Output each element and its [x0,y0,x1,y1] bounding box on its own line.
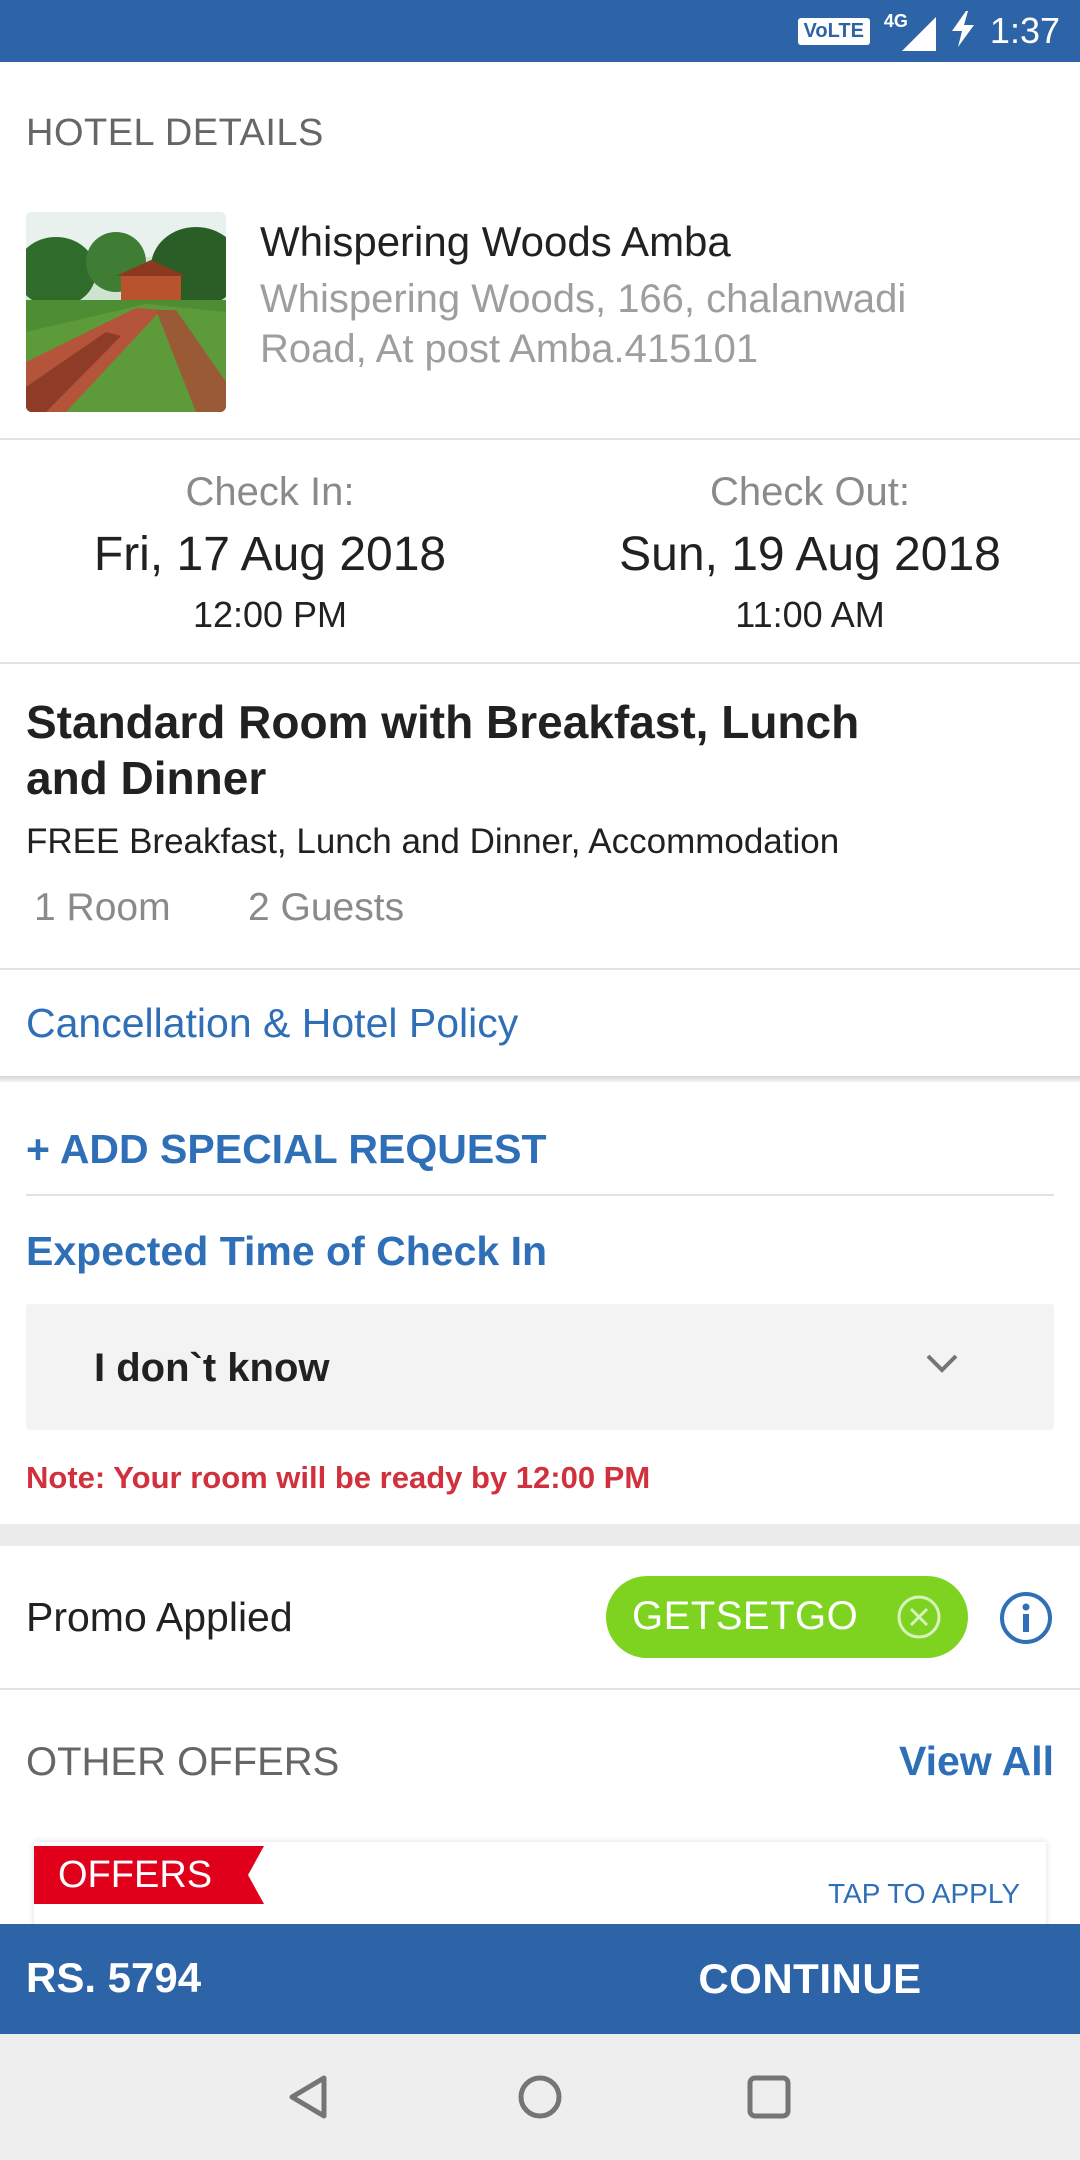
expected-checkin-dropdown[interactable]: I don`t know [26,1304,1054,1430]
check-out-block: Check Out: Sun, 19 Aug 2018 11:00 AM [540,470,1080,636]
check-out-label: Check Out: [709,470,911,514]
room-ready-note: Note: Your room will be ready by 12:00 P… [26,1460,651,1495]
signal-icon: 4G [884,11,936,51]
hotel-image [26,212,226,412]
check-in-time: 12:00 PM [192,594,348,635]
cancellation-policy-link[interactable]: Cancellation & Hotel Policy [26,1000,518,1047]
remove-promo-icon[interactable] [896,1594,942,1640]
promo-applied-label: Promo Applied [26,1594,293,1640]
room-title: Standard Room with Breakfast, Lunch and … [26,696,860,804]
view-all-link[interactable]: View All [899,1738,1054,1785]
section-separator [0,1524,1080,1546]
offers-tag-notch [248,1846,264,1904]
info-icon[interactable] [998,1590,1054,1646]
hotel-address: Whispering Woods, 166, chalanwadi Road, … [260,277,907,371]
check-in-block: Check In: Fri, 17 Aug 2018 12:00 PM [0,470,540,636]
total-price: RS. 5794 [26,1954,202,2001]
hotel-name: Whispering Woods Amba [260,218,731,265]
guest-count: 2 Guests [248,886,405,929]
back-icon[interactable] [284,2072,334,2122]
divider [0,662,1080,664]
clock: 1:37 [989,10,1060,51]
status-bar: VoLTE 4G 1:37 [0,0,1080,62]
check-in-label: Check In: [185,470,355,514]
card-shadow [0,1076,1080,1082]
bottom-bar: RS. 5794 CONTINUE [0,1924,1080,2034]
check-in-date: Fri, 17 Aug 2018 [93,528,447,581]
expected-checkin-heading: Expected Time of Check In [26,1228,548,1274]
promo-code: GETSETGO [632,1594,859,1638]
room-inclusions: FREE Breakfast, Lunch and Dinner, Accomm… [26,822,840,861]
divider [0,1688,1080,1690]
navigation-bar [0,2034,1080,2160]
other-offers-heading: OTHER OFFERS [26,1740,340,1784]
continue-button[interactable]: CONTINUE [540,1924,1080,2034]
room-count: 1 Room [34,886,171,929]
hotel-details-title: HOTEL DETAILS [26,112,324,154]
divider [0,438,1080,440]
divider [0,968,1080,970]
check-out-time: 11:00 AM [735,594,885,635]
recents-icon[interactable] [744,2072,794,2122]
chevron-down-icon [924,1352,960,1381]
volte-badge: VoLTE [797,17,870,45]
offers-tag: OFFERS [34,1846,248,1904]
status-icons: VoLTE 4G 1:37 [797,0,1060,62]
expected-checkin-selected: I don`t know [94,1346,330,1390]
home-icon[interactable] [515,2072,565,2122]
tap-to-apply-button[interactable]: TAP TO APPLY [828,1878,1020,1910]
charging-icon [950,10,976,52]
promo-code-chip: GETSETGO [606,1576,968,1658]
divider [26,1194,1054,1196]
check-out-date: Sun, 19 Aug 2018 [619,528,1001,581]
add-special-request-button[interactable]: + ADD SPECIAL REQUEST [26,1126,547,1173]
